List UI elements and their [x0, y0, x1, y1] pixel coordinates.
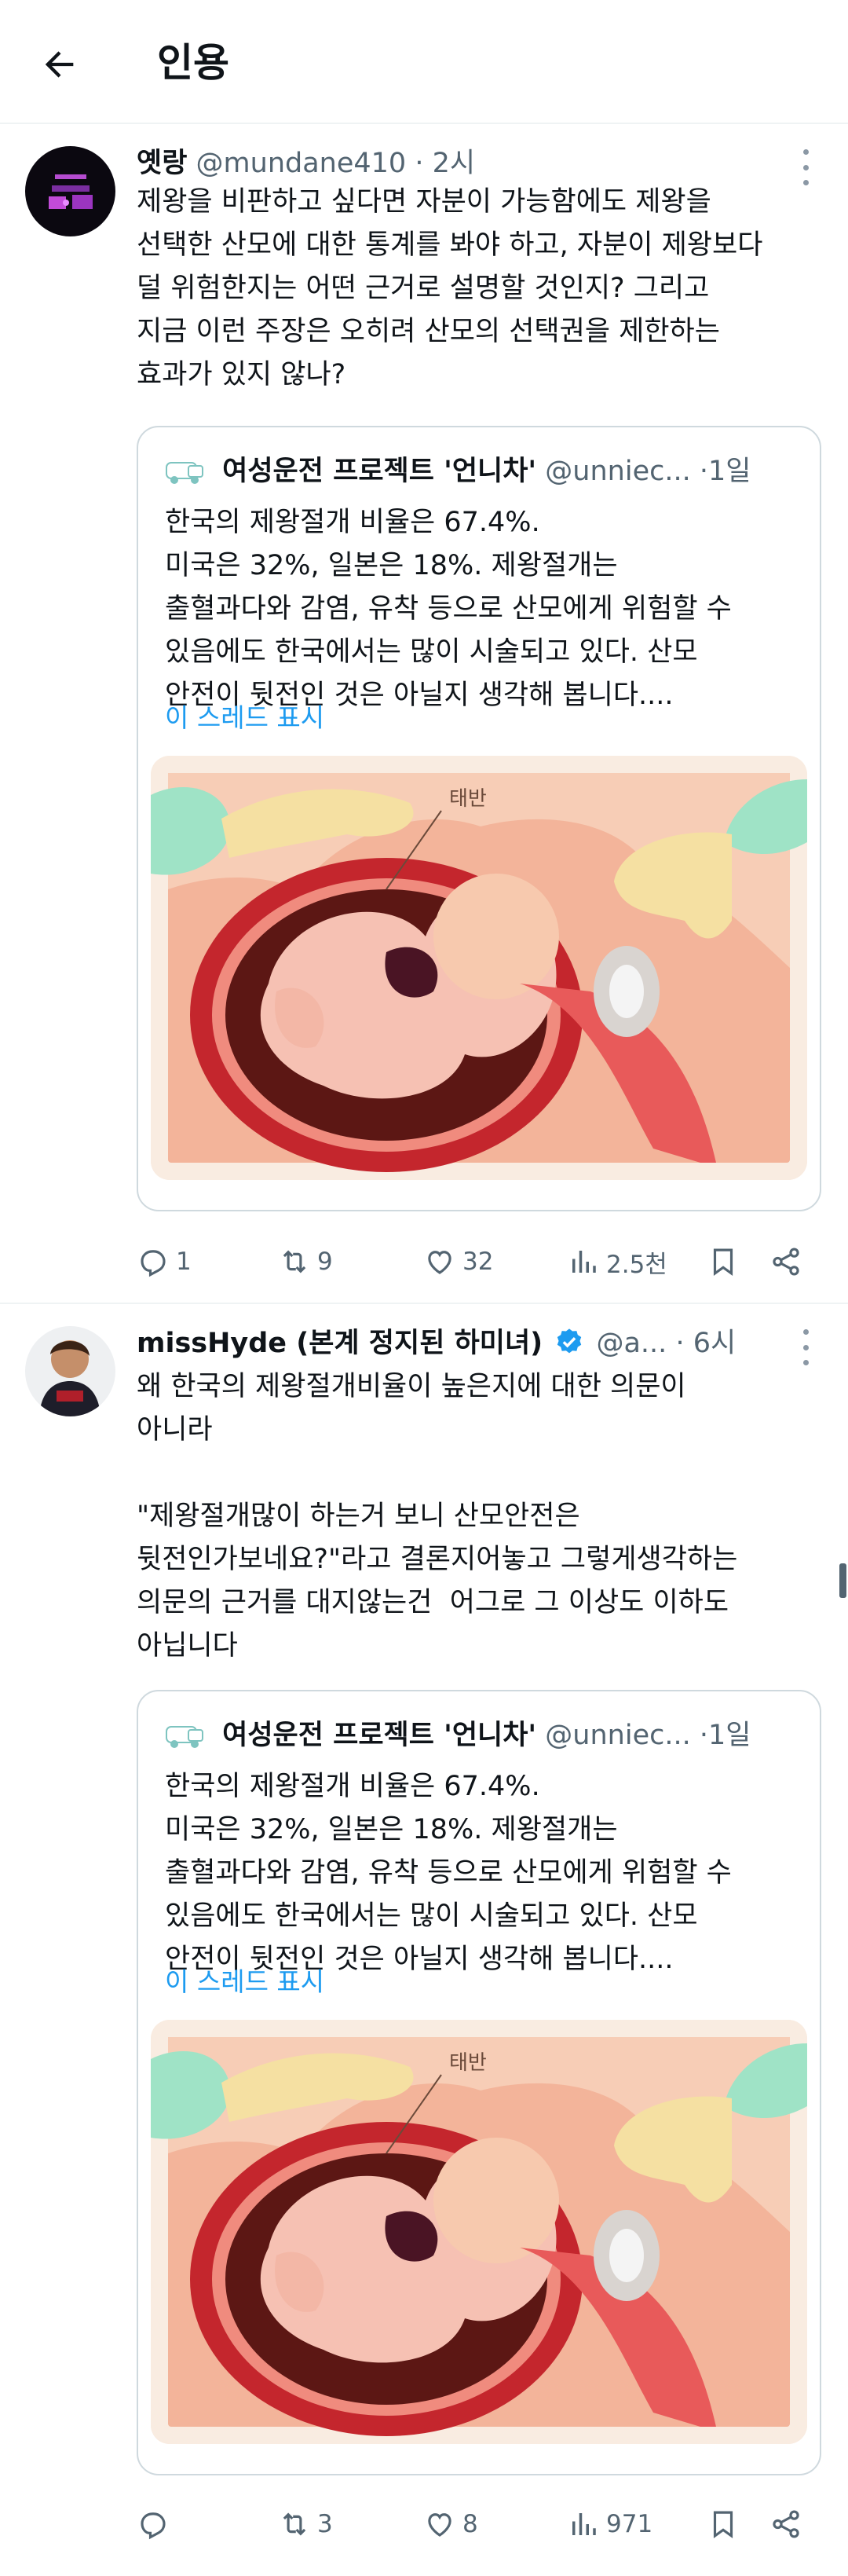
more-icon[interactable]: [791, 1329, 820, 1365]
post[interactable]: missHyde (본계 정지된 하미녀) @a... · 6시 왜 한국의 제…: [0, 1306, 848, 2576]
quote-handle: @unniec...: [545, 1720, 691, 1751]
share-icon: [773, 2510, 799, 2538]
quote-meta: 여성운전 프로젝트 '언니차' @unniec... ·1일: [165, 1713, 793, 1757]
unnicha-logo-icon: [166, 462, 203, 484]
views-count: 971: [606, 2510, 653, 2538]
action-bar: 3 8 971: [137, 2502, 820, 2546]
quote-handle: @unniec...: [545, 456, 691, 487]
views-button[interactable]: 971: [567, 2502, 652, 2546]
display-name[interactable]: 옛랑: [137, 148, 187, 179]
separator: ·: [675, 1328, 685, 1359]
quote-text: 한국의 제왕절개 비율은 67.4%. 미국은 32%, 일본은 18%. 제왕…: [165, 1771, 732, 1975]
avatar[interactable]: [25, 146, 115, 236]
top-bar: 인용: [0, 0, 848, 124]
repost-count: 3: [317, 2510, 333, 2538]
like-button[interactable]: 8: [423, 2502, 478, 2546]
back-button[interactable]: [35, 39, 85, 90]
views-button[interactable]: 2.5천: [567, 1240, 667, 1284]
share-button[interactable]: [769, 1240, 809, 1284]
image-label: 태반: [449, 787, 487, 811]
cesarean-illustration: [151, 2020, 807, 2444]
timestamp[interactable]: 2시: [433, 148, 475, 179]
bookmark-button[interactable]: [707, 1240, 746, 1284]
bookmark-icon: [713, 2511, 733, 2538]
quoted-post[interactable]: 여성운전 프로젝트 '언니차' @unniec... ·1일 한국의 제왕절개 …: [137, 426, 821, 1211]
quote-image[interactable]: 태반: [151, 2020, 807, 2444]
user-handle[interactable]: @a...: [596, 1328, 667, 1359]
reply-button[interactable]: 1: [137, 1240, 192, 1284]
like-count: 32: [462, 1248, 494, 1276]
show-thread-link[interactable]: 이 스레드 표시: [165, 698, 324, 738]
views-icon: [572, 1251, 596, 1273]
image-label: 태반: [449, 2051, 487, 2075]
share-icon: [773, 1248, 799, 1276]
separator: ·: [415, 148, 424, 179]
like-button[interactable]: 32: [423, 1240, 493, 1284]
bookmark-icon: [713, 1248, 733, 1276]
cesarean-illustration: [151, 756, 807, 1180]
quote-display-name: 여성운전 프로젝트 '언니차': [222, 456, 537, 487]
like-icon: [428, 1251, 451, 1274]
unnicha-logo-icon: [166, 1726, 203, 1748]
quote-meta: 여성운전 프로젝트 '언니차' @unniec... ·1일: [165, 449, 793, 493]
show-thread-link[interactable]: 이 스레드 표시: [165, 1962, 324, 2003]
page-title: 인용: [157, 40, 229, 86]
like-count: 8: [462, 2510, 478, 2538]
repost-icon: [283, 2512, 306, 2536]
avatar[interactable]: [25, 1326, 115, 1416]
post-text: 왜 한국의 제왕절개비율이 높은지에 대한 의문이 아니라 "제왕절개많이 하는…: [137, 1371, 738, 1662]
quote-text: 한국의 제왕절개 비율은 67.4%. 미국은 32%, 일본은 18%. 제왕…: [165, 507, 732, 711]
bookmark-button[interactable]: [707, 2502, 746, 2546]
user-handle[interactable]: @mundane410: [196, 148, 407, 179]
quote-display-name: 여성운전 프로젝트 '언니차': [222, 1720, 537, 1751]
repost-count: 9: [317, 1248, 333, 1276]
display-name[interactable]: missHyde (본계 정지된 하미녀): [137, 1328, 543, 1359]
timestamp[interactable]: 6시: [693, 1328, 736, 1359]
post-text: 제왕을 비판하고 싶다면 자분이 가능함에도 제왕을 선택한 산모에 대한 통계…: [137, 186, 763, 390]
verified-badge-icon: [557, 1328, 582, 1354]
quote-timestamp: ·1일: [699, 456, 751, 487]
like-icon: [428, 2513, 451, 2537]
post[interactable]: 옛랑 @mundane410 · 2시 제왕을 비판하고 싶다면 자분이 가능함…: [0, 126, 848, 1304]
quoted-post[interactable]: 여성운전 프로젝트 '언니차' @unniec... ·1일 한국의 제왕절개 …: [137, 1690, 821, 2475]
action-bar: 1 9 32 2.5천: [137, 1240, 820, 1284]
reply-count: 1: [176, 1248, 192, 1276]
quote-image[interactable]: 태반: [151, 756, 807, 1180]
arrow-left-icon: [45, 51, 74, 78]
repost-button[interactable]: 9: [278, 1240, 333, 1284]
scrollbar-thumb[interactable]: [839, 1563, 846, 1598]
reply-icon: [141, 1250, 166, 1277]
quote-timestamp: ·1일: [699, 1720, 751, 1751]
post-meta: 옛랑 @mundane410 · 2시: [137, 141, 796, 185]
reply-icon: [141, 2512, 166, 2540]
reply-button[interactable]: [137, 2502, 176, 2546]
repost-button[interactable]: 3: [278, 2502, 333, 2546]
views-icon: [572, 2513, 596, 2535]
repost-icon: [283, 1250, 306, 1273]
share-button[interactable]: [769, 2502, 809, 2546]
post-meta: missHyde (본계 정지된 하미녀) @a... · 6시: [137, 1321, 796, 1365]
views-count: 2.5천: [606, 1250, 667, 1279]
